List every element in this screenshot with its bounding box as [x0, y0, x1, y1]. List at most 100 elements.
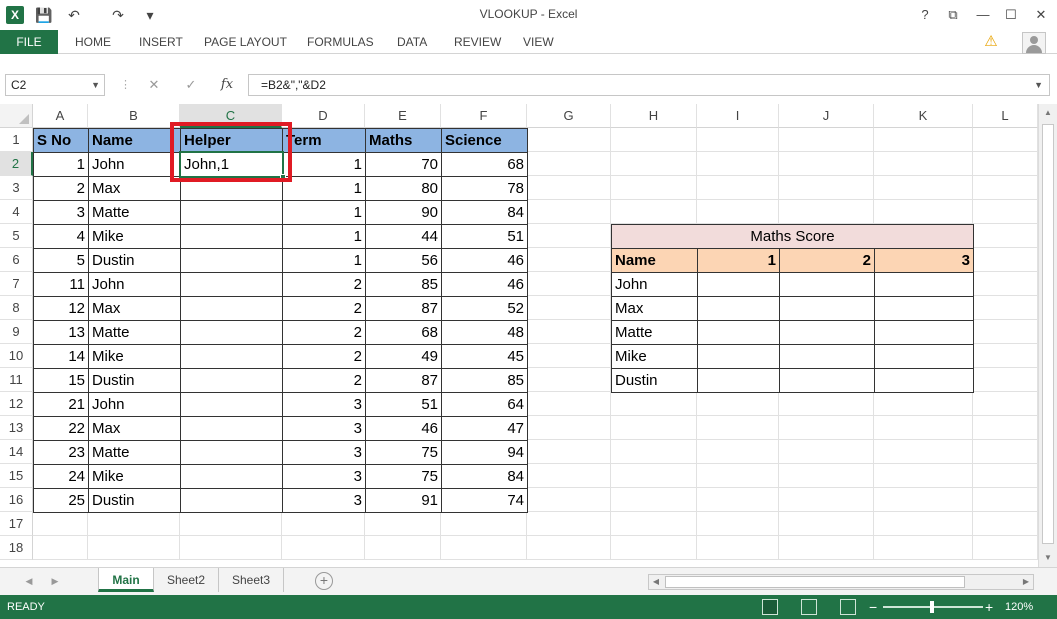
- table-cell[interactable]: [180, 440, 283, 465]
- table-cell[interactable]: 15: [33, 368, 89, 393]
- table-cell[interactable]: 74: [441, 488, 528, 513]
- row-header-3[interactable]: 3: [0, 176, 33, 200]
- tab-insert[interactable]: INSERT: [139, 30, 183, 54]
- fill-handle[interactable]: [280, 174, 286, 180]
- table-cell[interactable]: 87: [365, 296, 442, 321]
- table-cell[interactable]: 2: [282, 272, 366, 297]
- table-cell[interactable]: [180, 248, 283, 273]
- table-cell[interactable]: 85: [365, 272, 442, 297]
- table-cell[interactable]: [180, 344, 283, 369]
- cell[interactable]: [365, 536, 441, 560]
- cell[interactable]: [697, 536, 779, 560]
- cell[interactable]: [874, 128, 973, 152]
- table-cell[interactable]: 22: [33, 416, 89, 441]
- cell[interactable]: [779, 200, 874, 224]
- cell[interactable]: [180, 512, 282, 536]
- cell[interactable]: [527, 128, 611, 152]
- cell[interactable]: [527, 368, 611, 392]
- table-cell[interactable]: Max: [88, 176, 181, 201]
- row-header-12[interactable]: 12: [0, 392, 33, 416]
- maths-score-value-cell[interactable]: [779, 368, 875, 393]
- cell[interactable]: [33, 512, 88, 536]
- table-cell[interactable]: 70: [365, 152, 442, 177]
- cell[interactable]: [973, 320, 1038, 344]
- row-header-4[interactable]: 4: [0, 200, 33, 224]
- cell[interactable]: [874, 416, 973, 440]
- select-all-button[interactable]: [0, 104, 33, 128]
- tab-view[interactable]: VIEW: [523, 30, 554, 54]
- table-cell[interactable]: 3: [282, 464, 366, 489]
- table-cell[interactable]: 94: [441, 440, 528, 465]
- tab-page-layout[interactable]: PAGE LAYOUT: [204, 30, 287, 54]
- sheet-tab-sheet2[interactable]: Sheet2: [154, 568, 219, 592]
- table-cell[interactable]: 75: [365, 440, 442, 465]
- row-header-2[interactable]: 2: [0, 152, 33, 176]
- cell[interactable]: [527, 176, 611, 200]
- cell[interactable]: [527, 224, 611, 248]
- cell[interactable]: [611, 176, 697, 200]
- expand-formula-bar-icon[interactable]: ▼: [1034, 75, 1043, 95]
- maths-score-name-cell[interactable]: Dustin: [611, 368, 698, 393]
- maximize-icon[interactable]: ☐: [1000, 4, 1022, 26]
- table-cell[interactable]: 25: [33, 488, 89, 513]
- row-header-5[interactable]: 5: [0, 224, 33, 248]
- cell[interactable]: [973, 440, 1038, 464]
- ribbon-display-options-icon[interactable]: ⧉: [942, 4, 964, 26]
- cell[interactable]: [697, 392, 779, 416]
- column-header-l[interactable]: L: [973, 104, 1038, 128]
- table-cell[interactable]: 85: [441, 368, 528, 393]
- table-header-cell[interactable]: Science: [441, 128, 528, 153]
- cell[interactable]: [697, 416, 779, 440]
- table-cell[interactable]: John: [88, 272, 181, 297]
- zoom-in-button[interactable]: +: [985, 595, 993, 619]
- table-cell[interactable]: 1: [33, 152, 89, 177]
- maths-score-header-cell[interactable]: 3: [874, 248, 974, 273]
- table-cell[interactable]: [180, 416, 283, 441]
- table-cell[interactable]: 3: [33, 200, 89, 225]
- cell[interactable]: [180, 536, 282, 560]
- column-header-f[interactable]: F: [441, 104, 527, 128]
- scroll-down-icon[interactable]: ▼: [1039, 549, 1057, 567]
- table-cell[interactable]: [180, 296, 283, 321]
- table-cell[interactable]: Matte: [88, 440, 181, 465]
- column-header-h[interactable]: H: [611, 104, 697, 128]
- table-cell[interactable]: 78: [441, 176, 528, 201]
- cell[interactable]: [527, 536, 611, 560]
- row-header-1[interactable]: 1: [0, 128, 33, 152]
- maths-score-value-cell[interactable]: [697, 320, 780, 345]
- table-cell[interactable]: 90: [365, 200, 442, 225]
- maths-score-name-cell[interactable]: Matte: [611, 320, 698, 345]
- maths-score-title[interactable]: Maths Score: [611, 224, 974, 249]
- table-cell[interactable]: 13: [33, 320, 89, 345]
- cell[interactable]: [611, 128, 697, 152]
- cell[interactable]: [779, 440, 874, 464]
- table-cell[interactable]: 47: [441, 416, 528, 441]
- cell[interactable]: [973, 224, 1038, 248]
- scroll-right-icon[interactable]: ▶: [1019, 575, 1033, 589]
- cell[interactable]: [88, 512, 180, 536]
- table-cell[interactable]: 84: [441, 464, 528, 489]
- cell[interactable]: [779, 128, 874, 152]
- table-header-cell[interactable]: S No: [33, 128, 89, 153]
- cell[interactable]: [441, 512, 527, 536]
- cell[interactable]: [973, 392, 1038, 416]
- cell[interactable]: [779, 152, 874, 176]
- table-cell[interactable]: 1: [282, 200, 366, 225]
- table-cell[interactable]: 1: [282, 152, 366, 177]
- scroll-left-icon[interactable]: ◀: [649, 575, 663, 589]
- row-header-18[interactable]: 18: [0, 536, 33, 560]
- cell[interactable]: [611, 416, 697, 440]
- sheet-tab-main[interactable]: Main: [98, 568, 154, 592]
- table-cell[interactable]: 46: [365, 416, 442, 441]
- cell[interactable]: [874, 512, 973, 536]
- cell[interactable]: [611, 152, 697, 176]
- name-box[interactable]: C2 ▼: [5, 74, 105, 96]
- minimize-icon[interactable]: —: [972, 4, 994, 26]
- table-cell[interactable]: [180, 392, 283, 417]
- warning-icon[interactable]: ⚠: [982, 33, 1000, 51]
- table-cell[interactable]: 56: [365, 248, 442, 273]
- spreadsheet-grid[interactable]: A B C D E F G H I J K L 1 2 3 4 5 6 7 8 9 10 11 12 13 14 15 16 17 18 S…: [0, 104, 1057, 567]
- maths-score-value-cell[interactable]: [779, 320, 875, 345]
- add-sheet-button[interactable]: +: [315, 572, 333, 590]
- table-cell[interactable]: 1: [282, 224, 366, 249]
